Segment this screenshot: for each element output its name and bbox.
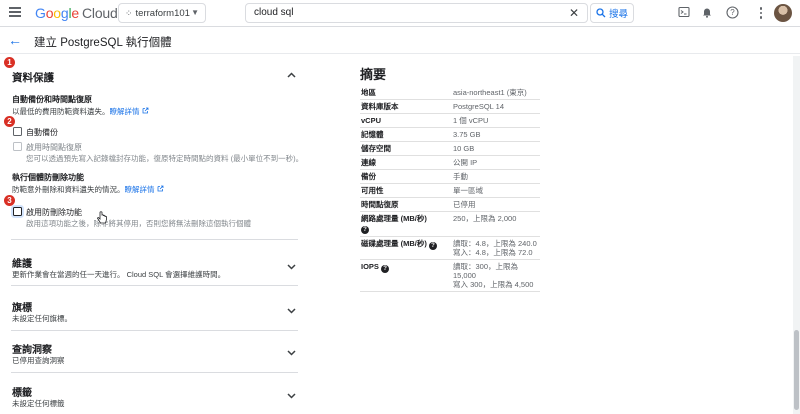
table-row: 資料庫版本 PostgreSQL 14: [360, 99, 540, 114]
section-desc-labels: 未設定任何標籤: [12, 399, 65, 408]
divider: [11, 330, 298, 331]
chevron-down-icon: ▼: [191, 8, 199, 17]
table-row: 記憶體 3.75 GB: [360, 127, 540, 142]
google-cloud-logo[interactable]: Google Cloud: [35, 5, 118, 21]
chevron-down-icon[interactable]: [286, 305, 297, 319]
table-row: 可用性 單一區域: [360, 183, 540, 198]
help-icon[interactable]: ?: [725, 6, 739, 20]
deletion-protection-checkbox[interactable]: [13, 207, 22, 216]
section-title-query-insights: 查詢洞察: [12, 345, 52, 356]
deletion-protection-heading: 執行個體防刪除功能: [12, 173, 84, 182]
table-row: 時間點復原 已停用: [360, 197, 540, 212]
section-desc-maintenance: 更新作業會在當週的任一天進行。 Cloud SQL 會選擇維護時間。: [12, 270, 226, 279]
table-row: 連線 公開 IP: [360, 155, 540, 170]
pitr-label: 啟用時間點復原: [26, 143, 82, 152]
auto-backup-checkbox[interactable]: [13, 127, 22, 136]
summary-title: 摘要: [360, 67, 387, 82]
summary-table: 地區 asia-northeast1 (東京) 資料庫版本 PostgreSQL 1…: [360, 86, 540, 292]
section-title-maintenance: 維護: [12, 259, 32, 270]
divider: [11, 239, 298, 240]
section-title-flags: 旗標: [12, 303, 32, 314]
table-row: 備份 手動: [360, 169, 540, 184]
help-icon[interactable]: ?: [361, 226, 369, 234]
top-bar: GoogleCloud ⁘ terraform101 ▼ ✕ 搜尋 ?: [0, 0, 800, 27]
backup-heading: 自動備份和時間點復原: [12, 95, 92, 104]
table-row: vCPU 1 個 vCPU: [360, 113, 540, 128]
back-arrow-icon[interactable]: ←: [8, 32, 22, 48]
divider: [11, 285, 298, 286]
learn-more-link[interactable]: 瞭解詳情: [125, 185, 155, 194]
deletion-protection-description: 防範意外刪除和資料遺失的情況。瞭解詳情: [12, 184, 164, 195]
project-icon: ⁘: [125, 7, 132, 18]
backup-description: 以最低的費用防範資料遺失。瞭解詳情: [12, 106, 149, 117]
section-desc-query-insights: 已停用查詢洞察: [12, 356, 65, 365]
table-row: 地區 asia-northeast1 (東京): [360, 86, 540, 100]
step-badge: 3: [4, 195, 15, 206]
search-button[interactable]: 搜尋: [590, 3, 634, 23]
divider: [11, 372, 298, 373]
table-row: 儲存空間 10 GB: [360, 141, 540, 156]
terminal-icon[interactable]: [677, 6, 691, 20]
auto-backup-label: 自動備份: [26, 128, 58, 137]
deletion-protection-hint: 啟用這項功能之後，除非將其停用，否則您將無法刪除這個執行個體: [26, 219, 251, 228]
search-input[interactable]: [254, 7, 554, 18]
avatar[interactable]: [774, 4, 792, 22]
help-icon[interactable]: ?: [428, 242, 437, 250]
menu-icon[interactable]: [9, 7, 21, 17]
search-box[interactable]: ✕: [245, 3, 588, 23]
chevron-down-icon[interactable]: [286, 390, 297, 404]
deletion-protection-label: 啟用防刪除功能: [26, 208, 82, 217]
table-row: 磁碟處理量 (MB/秒) ? 讀取：4.8，上限為 240.0 寫入：4.8，上限…: [360, 236, 540, 260]
table-row: 網路處理量 (MB/秒)? 250，上限為 2,000: [360, 211, 540, 237]
more-options-icon[interactable]: [758, 6, 764, 20]
learn-more-link[interactable]: 瞭解詳情: [110, 107, 140, 116]
close-icon[interactable]: ✕: [569, 6, 579, 20]
section-desc-flags: 未設定任何旗標。: [12, 314, 72, 323]
page-header: ← 建立 PostgreSQL 執行個體: [0, 28, 800, 54]
project-name: terraform101: [135, 7, 190, 19]
hand-cursor-icon: [97, 211, 107, 224]
section-title-labels: 標籤: [12, 388, 32, 399]
svg-text:?: ?: [730, 8, 735, 17]
page-title: 建立 PostgreSQL 執行個體: [34, 37, 172, 49]
table-row: IOPS ? 讀取：300，上限為 15,000 寫入 300，上限為 4,500: [360, 259, 540, 292]
pitr-description: 您可以透過預先寫入記錄檔封存功能，復原特定時間點的資料 (最小單位不到一秒)。: [26, 154, 304, 163]
search-icon: [596, 8, 606, 18]
external-link-icon: [157, 185, 163, 192]
chevron-down-icon[interactable]: [286, 347, 297, 361]
project-selector[interactable]: ⁘ terraform101 ▼: [118, 3, 206, 23]
scrollbar-thumb[interactable]: [794, 330, 799, 410]
section-title-data-protection: 資料保護: [12, 72, 54, 84]
chevron-down-icon[interactable]: [286, 261, 297, 275]
external-link-icon: [142, 107, 148, 114]
step-badge: 1: [4, 57, 15, 68]
help-icon[interactable]: ?: [381, 265, 390, 273]
notification-bell-icon[interactable]: [700, 6, 714, 20]
step-badge: 2: [4, 116, 15, 127]
chevron-up-icon[interactable]: [286, 70, 297, 84]
pitr-checkbox[interactable]: [13, 142, 22, 151]
